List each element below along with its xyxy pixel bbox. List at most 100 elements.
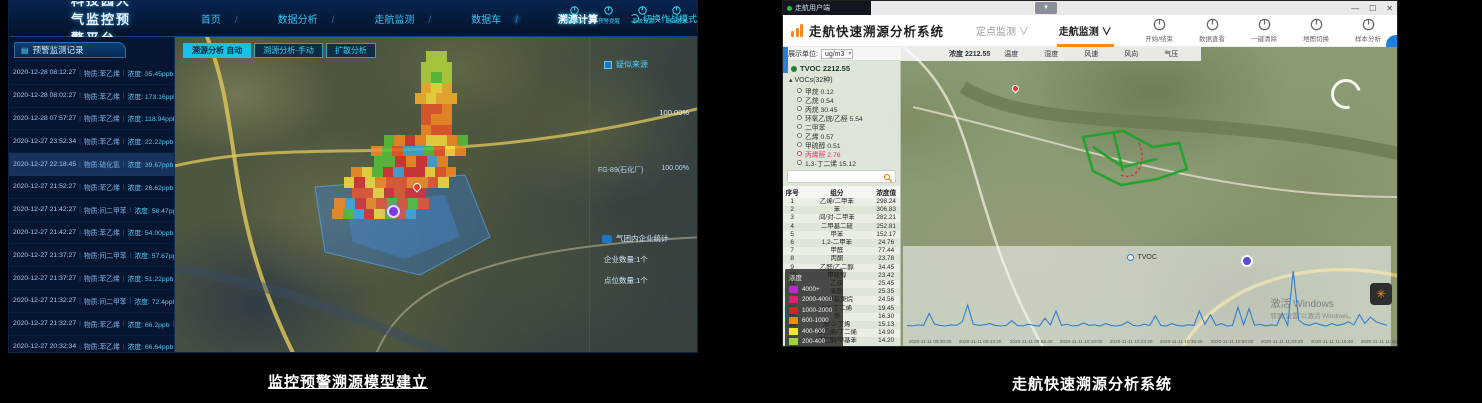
x-tick-label: 2020-11-11 10:10:00 xyxy=(1060,339,1103,344)
search-icon xyxy=(883,173,893,183)
left-app-header: 科技园大气监控预警平台 首页数据分析走航监测数据车溯源计算 切换作战模式 声音提… xyxy=(9,1,697,37)
list-icon: ▤ xyxy=(21,46,29,55)
legend-swatch xyxy=(789,286,798,293)
close-button[interactable]: ✕ xyxy=(1386,4,1393,13)
toolbar-button[interactable]: 数据查看 xyxy=(1199,17,1225,43)
nav-item[interactable]: 走航监测 xyxy=(332,11,429,26)
tvoc-root-node[interactable]: TVOC 2212.55 xyxy=(783,61,900,74)
quick-action-icon xyxy=(603,5,614,16)
x-tick-label: 2020-11-11 09:30:00 xyxy=(909,339,952,344)
toolbar-button[interactable]: 样本分析 xyxy=(1355,17,1381,43)
legend-item: 600-1000 xyxy=(789,316,839,327)
weather-item[interactable]: 温度 xyxy=(1004,49,1018,59)
analysis-tab[interactable]: 溯源分析-手动 xyxy=(254,43,323,58)
alert-record-row[interactable]: 2020-12-27 21:52:27| 物质:苯乙烯| 浓度: 26.62pp… xyxy=(9,176,174,199)
vocs-group-node[interactable]: ▴ VOCs(32种) xyxy=(783,75,900,85)
factor-row[interactable]: 8 丙酮 23.78 xyxy=(783,255,900,263)
unit-select[interactable]: ug/m3 xyxy=(821,49,853,59)
factor-row[interactable]: 3 间/对-二甲苯 282.21 xyxy=(783,214,900,222)
quick-action-button[interactable]: 退出登录 xyxy=(665,5,689,25)
stat-item: 企业数量:1个 xyxy=(604,254,697,265)
suspect-source-panel: 疑似来源 100.00% FG-89(石化厂) 100.00% 气团内企业统计 … xyxy=(589,37,697,352)
column-header: 浓度值 xyxy=(872,186,900,198)
nav-item[interactable]: 首页 xyxy=(187,11,235,26)
mode-tab[interactable]: 走航监测 ∨ xyxy=(1057,15,1114,47)
stat-item: 点位数量:1个 xyxy=(604,275,697,286)
alert-records-tab[interactable]: ▤ 预警监测记录 xyxy=(14,42,126,58)
window-title-chip: 走航用户端 xyxy=(783,1,871,15)
factor-tree-item[interactable]: 乙烯 0.57 xyxy=(783,131,900,140)
toolbar-button[interactable]: 开始/结束 xyxy=(1145,17,1173,43)
titlebar-dropdown[interactable]: ▾ xyxy=(1035,2,1057,14)
right-caption: 走航快速溯源分析系统 xyxy=(1012,373,1172,394)
radio-icon xyxy=(797,142,802,147)
factor-tree-item[interactable]: 甲烷 0.12 xyxy=(783,86,900,95)
factor-tree-item[interactable]: 1,3-丁二烯 15.12 xyxy=(783,158,900,167)
quick-action-button[interactable]: 声音提示 xyxy=(563,5,587,25)
quick-actions: 声音提示 预警提醒 系统设置 xyxy=(563,5,689,25)
source-marker[interactable] xyxy=(387,205,400,218)
weather-item[interactable]: 风速 xyxy=(1084,49,1098,59)
alert-record-row[interactable]: 2020-12-27 20:32:34| 物质:苯乙烯| 浓度: 66.64pp… xyxy=(9,336,174,352)
x-tick-label: 2020-11-11 09:56:40 xyxy=(1009,339,1052,344)
radio-icon xyxy=(797,115,802,120)
factor-tree-item[interactable]: 乙烷 0.54 xyxy=(783,95,900,104)
legend-swatch xyxy=(789,338,798,345)
weather-item[interactable]: 湿度 xyxy=(1044,49,1058,59)
x-tick-label: 2020-11-11 10:50:00 xyxy=(1210,339,1253,344)
alert-record-row[interactable]: 2020-12-27 21:37:27| 物质:间二甲苯| 浓度: 57.67p… xyxy=(9,244,174,267)
mode-tab[interactable]: 定点监测 ∨ xyxy=(974,15,1031,47)
legend-item: 4000+ xyxy=(789,284,839,295)
alert-record-row[interactable]: 2020-12-27 21:42:27| 物质:苯乙烯| 浓度: 54.00pp… xyxy=(9,222,174,245)
quick-action-button[interactable]: 预警提醒 xyxy=(597,5,621,25)
factor-row[interactable]: 5 甲苯 152.17 xyxy=(783,231,900,239)
analysis-tab[interactable]: 溯源分析 自动 xyxy=(183,43,251,58)
vehicle-marker[interactable] xyxy=(1241,255,1253,267)
quick-action-icon xyxy=(637,5,648,16)
panel-collapse-handle[interactable] xyxy=(783,47,788,73)
factor-tree-item[interactable]: 二甲苯 xyxy=(783,122,900,131)
nav-item[interactable]: 数据车 xyxy=(428,11,515,26)
alert-record-row[interactable]: 2020-12-27 23:52:34| 物质:苯乙烯| 浓度: 22.22pp… xyxy=(9,130,174,153)
factor-table-header-row: 序号组分浓度值 xyxy=(783,186,900,198)
radio-icon xyxy=(797,97,802,102)
alert-record-row[interactable]: 2020-12-28 08:02:27| 物质:苯乙烯| 浓度: 173.16p… xyxy=(9,85,174,108)
chart-legend[interactable]: TVOC xyxy=(1127,254,1156,261)
alert-record-row[interactable]: 2020-12-28 08:12:27| 物质:苯乙烯| 浓度: 35.45pp… xyxy=(9,62,174,85)
factor-row[interactable]: 6 1,2-二甲苯 24.76 xyxy=(783,239,900,247)
toolbar-button[interactable]: 地图切换 xyxy=(1303,17,1329,43)
legend-item: 2000-4000 xyxy=(789,295,839,306)
factor-tree-item[interactable]: 甲硫醇 0.51 xyxy=(783,140,900,149)
x-tick-label: 2020-11-11 10:36:40 xyxy=(1160,339,1203,344)
right-app-header: 走航快速溯源分析系统 定点监测 ∨走航监测 ∨ 开始/结束 xyxy=(783,15,1397,47)
alert-record-row[interactable]: 2020-12-27 21:32:27| 物质:苯乙烯| 浓度: 66.2ppb… xyxy=(9,313,174,336)
alert-record-row[interactable]: 2020-12-28 07:57:27| 物质:苯乙烯| 浓度: 118.94p… xyxy=(9,108,174,131)
match-percentage: 100.00% xyxy=(590,108,697,117)
maximize-button[interactable]: ☐ xyxy=(1369,4,1376,13)
factor-row[interactable]: 1 乙烯/二甲苯 298.24 xyxy=(783,198,900,206)
factor-search-input[interactable] xyxy=(787,170,896,183)
analysis-tab[interactable]: 扩散分析 xyxy=(326,43,376,58)
alert-record-row[interactable]: 2020-12-27 21:37:27| 物质:苯乙烯| 浓度: 51.22pp… xyxy=(9,267,174,290)
factor-row[interactable]: 4 二甲基二硫 252.81 xyxy=(783,223,900,231)
weather-item[interactable]: 气压 xyxy=(1164,49,1178,59)
right-app-window: 走航用户端 ▾ — ☐ ✕ 走航快速溯源分析系统 定点监测 ∨走航监测 ∨ xyxy=(782,0,1398,347)
window-controls: — ☐ ✕ xyxy=(1351,1,1393,15)
driving-map[interactable]: 展示单位: ug/m3 浓度 2212.55 温度湿度风速风向气压 TVOC 2… xyxy=(783,47,1397,346)
factor-tree-item[interactable]: 环氧乙烷/乙醛 5.54 xyxy=(783,113,900,122)
quick-action-button[interactable]: 系统设置 xyxy=(631,5,655,25)
satellite-map[interactable]: 溯源分析 自动溯源分析-手动扩散分析 疑似来源 100.00% FG-89(石化… xyxy=(175,37,697,352)
toolbar-button[interactable]: 一键清除 xyxy=(1251,17,1277,43)
factor-row[interactable]: 2 苯 306.83 xyxy=(783,206,900,214)
weather-item[interactable]: 风向 xyxy=(1124,49,1138,59)
factor-row[interactable]: 7 甲醛 77.44 xyxy=(783,247,900,255)
source-result-row[interactable]: FG-89(石化厂) 100.00% xyxy=(590,165,697,175)
alert-record-row[interactable]: 2020-12-27 21:42:27| 物质:间二甲苯| 浓度: 58.47p… xyxy=(9,199,174,222)
x-tick-label: 2020-11-11 11:03:20 xyxy=(1261,339,1303,344)
nav-item[interactable]: 数据分析 xyxy=(235,11,332,26)
minimize-button[interactable]: — xyxy=(1351,4,1359,13)
x-tick-label: 2020-11-11 11:30:00 xyxy=(1360,339,1397,344)
alert-record-row[interactable]: 2020-12-27 21:32:27| 物质:间二甲苯| 浓度: 72.4pp… xyxy=(9,290,174,313)
alert-record-row[interactable]: 2020-12-27 22:18:45| 物质:硫化氢| 浓度: 39.67pp… xyxy=(9,153,174,176)
pollen-widget-icon[interactable]: ✳ xyxy=(1370,283,1392,305)
